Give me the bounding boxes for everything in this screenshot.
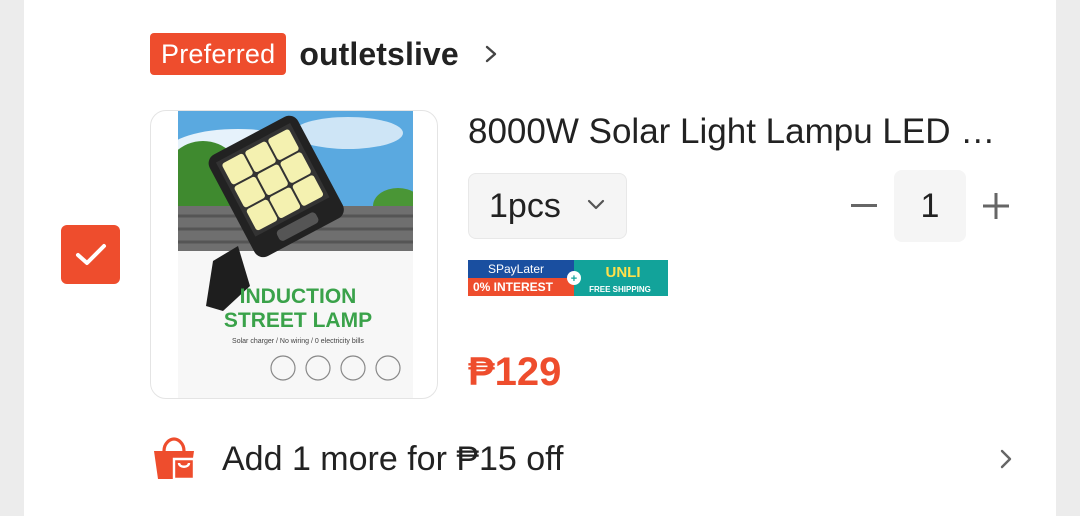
product-image[interactable]: INDUCTION STREET LAMP Solar charger / No…	[150, 110, 438, 399]
addon-deal-text: Add 1 more for ₱15 off	[222, 439, 564, 478]
chevron-right-icon[interactable]	[481, 42, 501, 66]
unli-text: UNLI	[606, 264, 641, 281]
plus-icon	[983, 193, 1009, 219]
minus-icon	[851, 204, 877, 207]
quantity-input[interactable]: 1	[894, 170, 966, 242]
image-text-line2: STREET LAMP	[224, 309, 372, 332]
decrease-quantity-button[interactable]	[840, 170, 888, 242]
product-price: ₱129	[468, 350, 562, 394]
spaylater-text: SPayLater	[488, 262, 544, 276]
checkmark-icon	[75, 243, 106, 265]
spaylater-unli-shipping-badge: + SPayLater 0% INTEREST UNLI FREE SHIPPI…	[468, 260, 668, 296]
item-select-checkbox[interactable]	[61, 225, 120, 284]
free-shipping-text: FREE SHIPPING	[589, 285, 651, 294]
variant-selector[interactable]: 1pcs	[468, 173, 627, 239]
interest-text: 0% INTEREST	[473, 280, 554, 294]
image-caption: Solar charger / No wiring / 0 electricit…	[232, 338, 364, 345]
chevron-down-icon	[587, 199, 605, 210]
product-title[interactable]: 8000W Solar Light Lampu LED Solar Lamp O…	[468, 110, 1013, 154]
preferred-badge: Preferred	[150, 33, 287, 75]
chevron-right-icon[interactable]	[996, 446, 1016, 472]
increase-quantity-button[interactable]	[972, 170, 1020, 242]
shopping-bag-icon	[154, 437, 196, 481]
shop-header[interactable]: Preferred outletslive	[150, 32, 501, 76]
shop-name[interactable]: outletslive	[299, 36, 458, 73]
addon-deal-row[interactable]: Add 1 more for ₱15 off	[150, 434, 1020, 484]
svg-text:+: +	[571, 273, 577, 285]
quantity-stepper: 1	[840, 170, 1020, 242]
image-text-line1: INDUCTION	[240, 285, 357, 308]
variant-value: 1pcs	[489, 186, 561, 225]
